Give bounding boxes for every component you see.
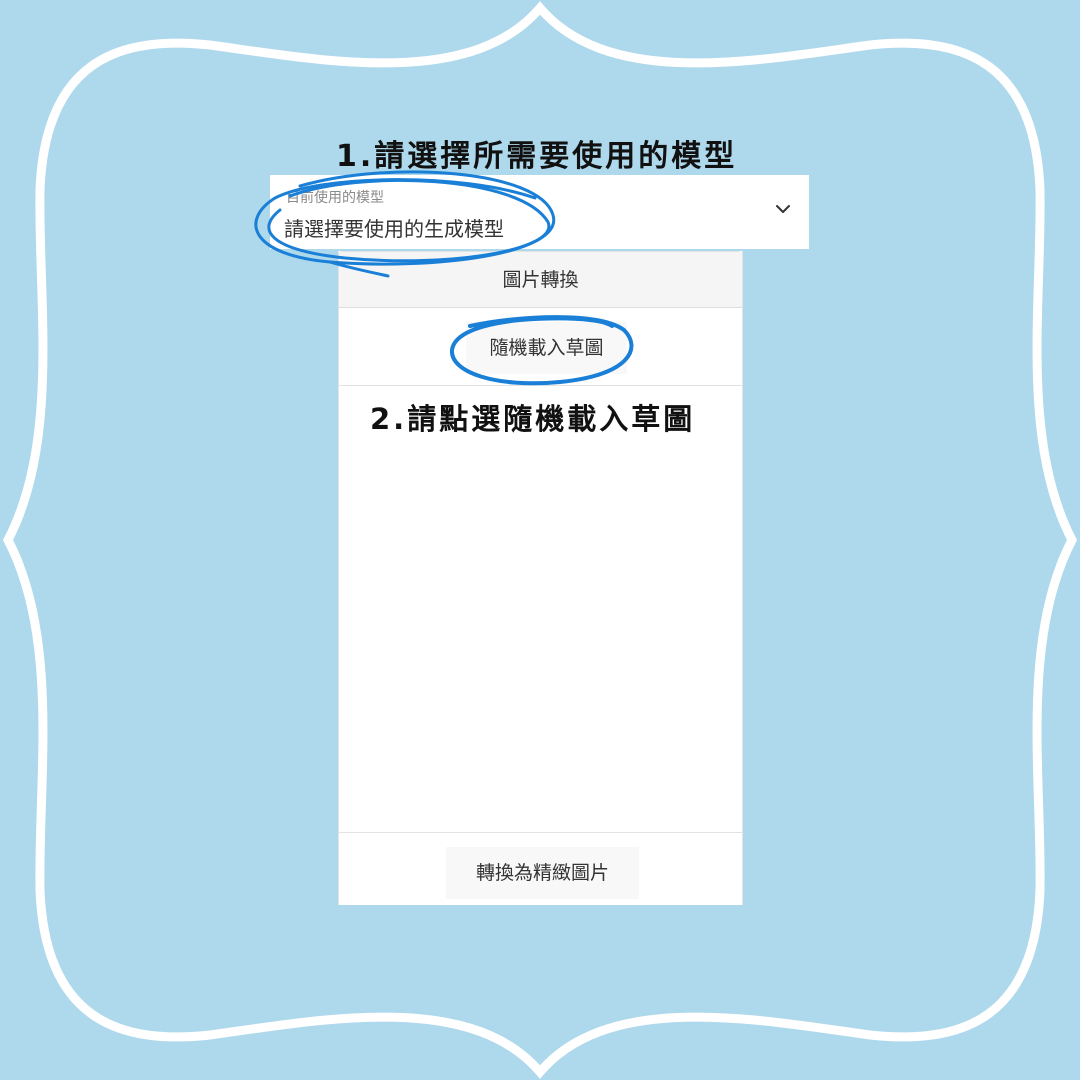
card-header-title: 圖片轉換: [339, 251, 742, 308]
model-select-value: 請選擇要使用的生成模型: [284, 217, 504, 241]
convert-to-refined-image-button[interactable]: 轉換為精緻圖片: [446, 847, 639, 899]
random-load-sketch-button[interactable]: 隨機載入草圖: [466, 322, 627, 374]
model-select-dropdown[interactable]: 目前使用的模型 請選擇要使用的生成模型: [270, 175, 809, 249]
step2-instruction: 2.請點選隨機載入草圖: [370, 402, 696, 436]
step1-instruction: 1.請選擇所需要使用的模型: [336, 139, 738, 174]
model-select-label: 目前使用的模型: [286, 190, 384, 206]
sketch-canvas-area[interactable]: [339, 386, 742, 832]
image-convert-card: 圖片轉換 隨機載入草圖 轉換為精緻圖片: [338, 251, 743, 905]
chevron-down-icon[interactable]: [771, 197, 795, 221]
divider: [339, 832, 742, 833]
